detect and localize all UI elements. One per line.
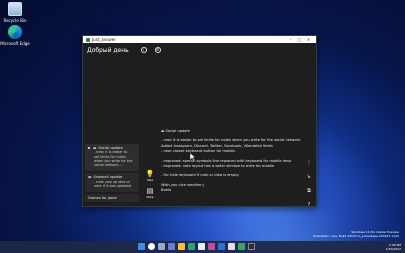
widgets-icon[interactable] <box>168 243 175 250</box>
task-view-icon[interactable] <box>158 243 165 250</box>
desktop-icon-edge[interactable]: Microsoft Edge <box>0 25 30 46</box>
app-header: Добрый день i ⚙ <box>83 43 316 57</box>
note-icon: ▬ <box>88 175 92 180</box>
desktop-icon-recycle-bin[interactable]: Recycle Bin <box>0 2 30 23</box>
help-icon[interactable]: ? <box>305 202 313 216</box>
clock-date: 1/30/2022 <box>385 247 401 251</box>
lightbulb-icon: 💡 <box>145 170 155 178</box>
edge-icon <box>8 25 22 39</box>
note-icon: ▤ <box>146 187 154 195</box>
taskbar: 2:08 PM 1/30/2022 <box>0 241 405 253</box>
idea-label: Idea <box>146 178 154 182</box>
greeting-title: Добрый день <box>87 46 129 54</box>
just-answer-taskbar-icon[interactable] <box>238 243 245 250</box>
chart-icon[interactable]: ↳ <box>305 174 313 188</box>
right-rail: ⋮ ↳ ⧉ ? <box>305 160 313 216</box>
taskbar-icons <box>138 243 258 250</box>
mouse-cursor-icon <box>190 153 196 161</box>
file-explorer-icon[interactable] <box>178 243 185 250</box>
app-window: Just_answer – □ ✕ Добрый день i ⚙ ▬ Soci… <box>82 35 317 208</box>
note-title: Snowfall update <box>93 175 123 180</box>
vscode-icon[interactable] <box>218 243 225 250</box>
list-item[interactable]: ▬ Social update - new: it is easier to s… <box>85 144 139 172</box>
note-button[interactable]: ▤ Note <box>143 187 157 199</box>
list-item[interactable]: ▬ Snowfall update - new: pop up idea or … <box>85 173 139 193</box>
settings-icon[interactable]: ⚙ <box>154 47 161 53</box>
system-tray[interactable]: 2:08 PM 1/30/2022 <box>386 243 401 251</box>
copy-icon[interactable]: ⧉ <box>305 188 313 202</box>
note-preview: - new: it is easier to set limits for no… <box>94 150 133 168</box>
list-item[interactable]: Games for jame <box>85 194 139 203</box>
note-title: Games for jame <box>88 196 117 201</box>
maximize-button[interactable]: □ <box>295 37 304 42</box>
desktop-icon-label: Recycle Bin <box>3 18 27 23</box>
notes-list: ▬ Social update - new: it is easier to s… <box>85 144 139 203</box>
recycle-bin-icon <box>8 2 22 16</box>
desktop-icon-label: Microsoft Edge <box>0 41 30 46</box>
idea-button[interactable]: 💡 Idea <box>143 170 157 182</box>
minimize-button[interactable]: – <box>286 37 295 42</box>
note-editor[interactable]: ▬ Social update - new: it is easier to s… <box>161 129 311 194</box>
info-icon[interactable]: i <box>140 47 147 53</box>
window-title: Just_answer <box>92 37 116 42</box>
side-actions: 💡 Idea ▤ Note <box>143 170 157 204</box>
close-button[interactable]: ✕ <box>304 37 313 42</box>
store-icon[interactable] <box>198 243 205 250</box>
selection-dot <box>88 147 90 150</box>
editor-line: Bobio <box>161 188 172 193</box>
note-label: Note <box>146 195 154 199</box>
more-vert-icon[interactable]: ⋮ <box>305 160 313 174</box>
window-titlebar[interactable]: Just_answer – □ ✕ <box>83 36 316 43</box>
windows-watermark: Windows 11 Pro Insider Preview Evaluatio… <box>313 230 399 238</box>
note-preview: - new: pop up idea or note if it was upd… <box>94 179 132 188</box>
app-taskbar-icon[interactable] <box>228 243 235 250</box>
terminal-icon[interactable] <box>248 243 255 250</box>
start-icon[interactable] <box>138 243 145 250</box>
edge-taskbar-icon[interactable] <box>188 243 195 250</box>
app-icon <box>86 37 90 42</box>
search-icon[interactable] <box>148 243 155 250</box>
app-taskbar-icon[interactable] <box>208 243 215 250</box>
